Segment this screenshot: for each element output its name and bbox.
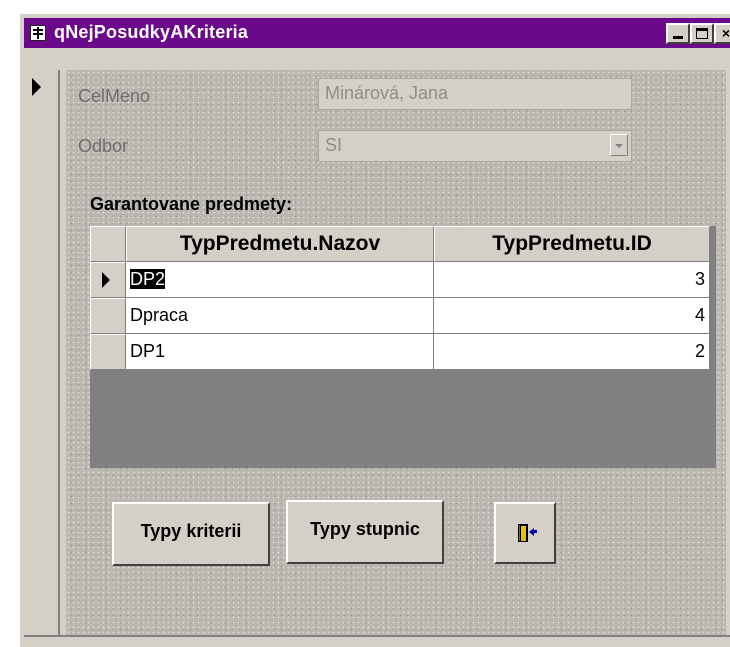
window-title: qNejPosudkyAKriteria bbox=[54, 22, 249, 42]
exit-button[interactable] bbox=[494, 502, 556, 564]
row-selector[interactable] bbox=[90, 262, 126, 298]
row-selector[interactable] bbox=[90, 298, 126, 334]
close-button[interactable]: × bbox=[714, 23, 730, 44]
celmeno-label: CelMeno bbox=[78, 86, 151, 106]
title-bar[interactable]: qNejPosudkyAKriteria × bbox=[24, 18, 730, 48]
record-selector[interactable] bbox=[24, 70, 60, 635]
garantovane-predmety-subform: TypPredmetu.Nazov TypPredmetu.ID DP2 3 D… bbox=[90, 226, 716, 468]
subform-label: Garantovane predmety: bbox=[90, 194, 293, 214]
select-all-corner[interactable] bbox=[90, 226, 126, 262]
current-record-arrow-icon bbox=[32, 78, 41, 96]
column-header-nazov[interactable]: TypPredmetu.Nazov bbox=[126, 226, 434, 262]
form-window: qNejPosudkyAKriteria × CelMeno Minárová,… bbox=[18, 12, 730, 647]
table-cell-id[interactable]: 4 bbox=[434, 298, 710, 334]
chevron-down-icon[interactable] bbox=[610, 134, 628, 156]
table-cell-nazov[interactable]: Dpraca bbox=[126, 298, 434, 334]
maximize-icon bbox=[696, 28, 708, 39]
odbor-value: SI bbox=[325, 135, 343, 155]
maximize-button[interactable] bbox=[690, 23, 714, 44]
table-cell-nazov[interactable]: DP2 bbox=[126, 262, 434, 298]
row-selector[interactable] bbox=[90, 334, 126, 370]
table-cell-id[interactable]: 2 bbox=[434, 334, 710, 370]
typy-kriterii-button[interactable]: Typy kriterii bbox=[112, 502, 270, 566]
table-cell-nazov[interactable]: DP1 bbox=[126, 334, 434, 370]
current-row-arrow-icon bbox=[102, 272, 110, 288]
exit-door-icon bbox=[518, 524, 537, 542]
typy-stupnic-button[interactable]: Typy stupnic bbox=[286, 500, 444, 564]
odbor-label: Odbor bbox=[78, 136, 129, 156]
celmeno-field[interactable]: Minárová, Jana bbox=[318, 78, 632, 110]
odbor-combobox[interactable]: SI bbox=[318, 130, 632, 162]
minimize-button[interactable] bbox=[666, 23, 690, 44]
table-cell-id[interactable]: 3 bbox=[434, 262, 710, 298]
close-icon: × bbox=[721, 25, 730, 41]
window-bottom-edge bbox=[24, 635, 730, 637]
column-header-id[interactable]: TypPredmetu.ID bbox=[434, 226, 710, 262]
datasheet-icon[interactable] bbox=[30, 25, 46, 41]
minimize-icon bbox=[673, 36, 683, 39]
